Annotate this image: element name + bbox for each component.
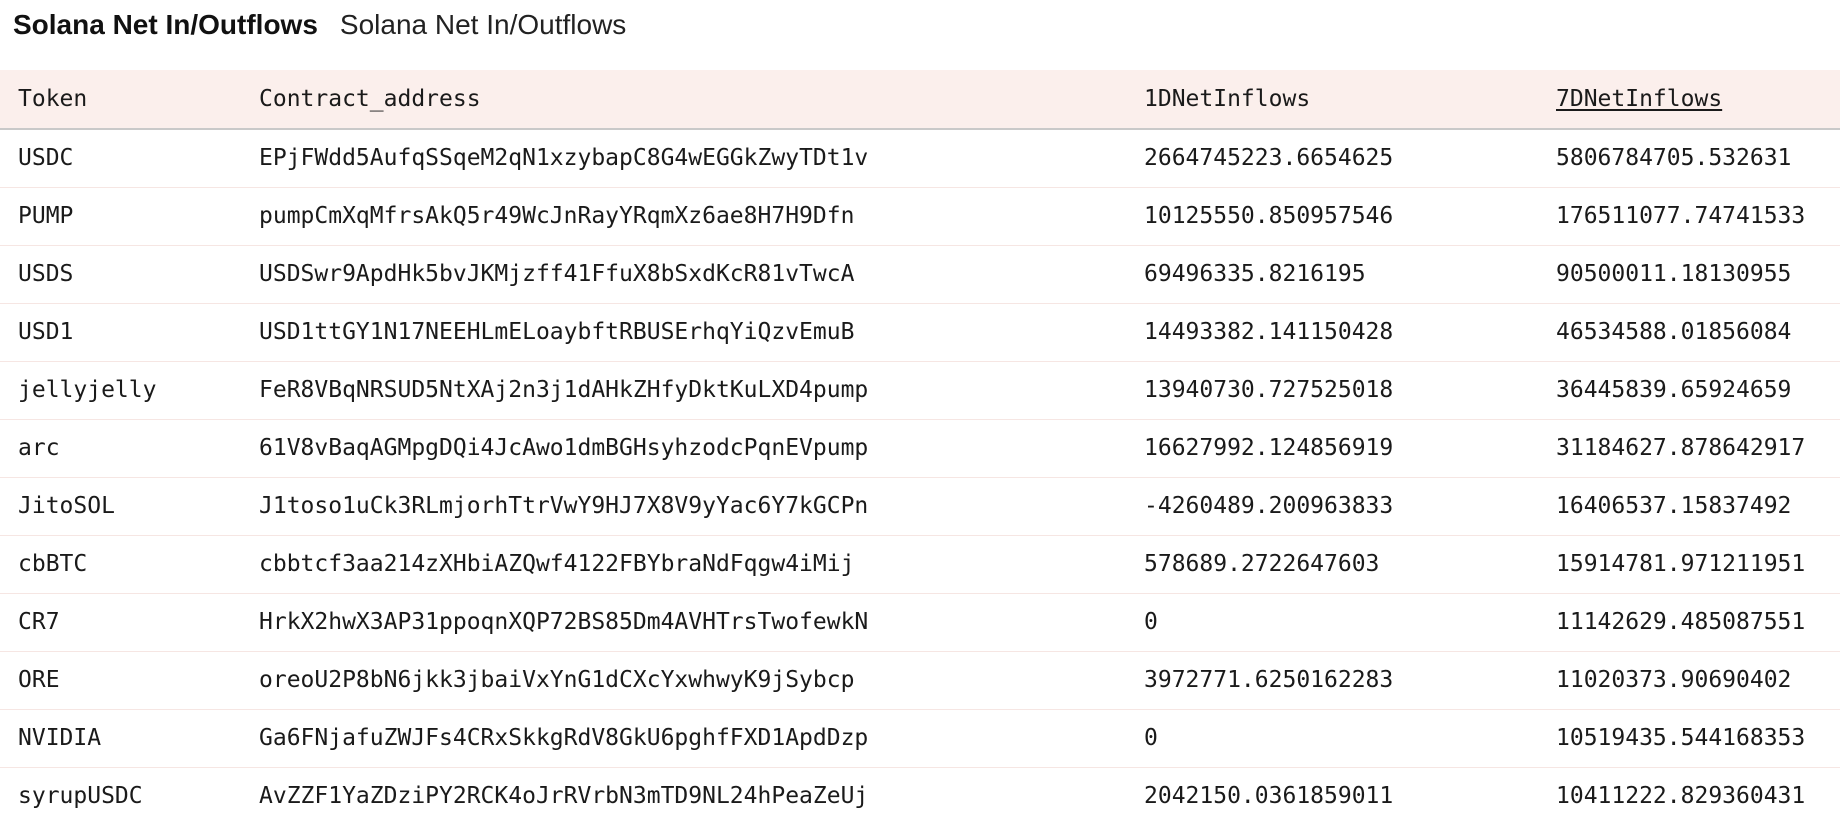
table-row[interactable]: JitoSOL J1toso1uCk3RLmjorhTtrVwY9HJ7X8V9y… [0, 477, 1840, 535]
cell-contract-address: USD1ttGY1N17NEEHLmELoaybftRBUSErhqYiQzvE… [259, 319, 855, 345]
cell-contract-address: 61V8vBaqAGMpgDQi4JcAwo1dmBGHsyhzodcPqnEV… [259, 435, 869, 461]
cell-7d-net-inflows: 90500011.18130955 [1556, 261, 1792, 287]
cell-token: arc [18, 435, 60, 461]
cell-7d-net-inflows: 10411222.829360431 [1556, 783, 1806, 809]
cell-7d-net-inflows: 46534588.01856084 [1556, 319, 1792, 345]
cell-7d-net-inflows: 15914781.971211951 [1556, 551, 1806, 577]
table-row[interactable]: USDC EPjFWdd5AufqSSqeM2qN1xzybapC8G4wEGGk… [0, 129, 1840, 187]
cell-7d-net-inflows: 36445839.65924659 [1556, 377, 1792, 403]
cell-1d-net-inflows: 578689.2722647603 [1144, 551, 1380, 577]
cell-7d-net-inflows: 10519435.544168353 [1556, 725, 1806, 751]
table-row[interactable]: syrupUSDC AvZZF1YaZDziPY2RCK4oJrRVrbN3mTD… [0, 767, 1840, 824]
column-header-token[interactable]: Token [0, 70, 241, 130]
table-header-row: Token Contract_address 1DNetInflows 7DNe… [0, 70, 1840, 130]
page-header: Solana Net In/Outflows Solana Net In/Out… [0, 0, 1840, 70]
cell-1d-net-inflows: 2664745223.6654625 [1144, 145, 1394, 172]
cell-1d-net-inflows: 69496335.8216195 [1144, 261, 1366, 287]
cell-7d-net-inflows: 5806784705.532631 [1556, 145, 1792, 172]
cell-7d-net-inflows: 11142629.485087551 [1556, 609, 1806, 635]
cell-contract-address: cbbtcf3aa214zXHbiAZQwf4122FBYbraNdFqgw4i… [259, 551, 855, 577]
cell-7d-net-inflows: 11020373.90690402 [1556, 667, 1792, 693]
cell-1d-net-inflows: 2042150.0361859011 [1144, 783, 1394, 809]
cell-token: CR7 [18, 609, 60, 635]
table-row[interactable]: ORE oreoU2P8bN6jkk3jbaiVxYnG1dCXcYxwhwyK9… [0, 651, 1840, 709]
table-row[interactable]: USDS USDSwr9ApdHk5bvJKMjzff41FfuX8bSxdKcR… [0, 245, 1840, 303]
cell-token: ORE [18, 667, 60, 693]
cell-contract-address: EPjFWdd5AufqSSqeM2qN1xzybapC8G4wEGGkZwyT… [259, 145, 869, 172]
table-row[interactable]: PUMP pumpCmXqMfrsAkQ5r49WcJnRayYRqmXz6ae8… [0, 187, 1840, 245]
cell-1d-net-inflows: 16627992.124856919 [1144, 435, 1394, 461]
column-header-contract-address[interactable]: Contract_address [241, 70, 1126, 130]
cell-token: NVIDIA [18, 725, 102, 751]
cell-contract-address: FeR8VBqNRSUD5NtXAj2n3j1dAHkZHfyDktKuLXD4… [259, 377, 869, 403]
cell-7d-net-inflows: 16406537.15837492 [1556, 493, 1792, 519]
cell-7d-net-inflows: 31184627.878642917 [1556, 435, 1806, 461]
cell-1d-net-inflows: 13940730.727525018 [1144, 377, 1394, 403]
cell-token: USDS [18, 261, 74, 287]
cell-1d-net-inflows: 0 [1144, 609, 1158, 635]
cell-token: jellyjelly [18, 377, 157, 403]
cell-contract-address: J1toso1uCk3RLmjorhTtrVwY9HJ7X8V9yYac6Y7k… [259, 493, 869, 519]
cell-1d-net-inflows: 10125550.850957546 [1144, 203, 1394, 229]
cell-1d-net-inflows: -4260489.200963833 [1144, 493, 1394, 519]
column-header-7d-net-inflows[interactable]: 7DNetInflows [1538, 70, 1840, 130]
table-header: Token Contract_address 1DNetInflows 7DNe… [0, 70, 1840, 130]
table-row[interactable]: NVIDIA Ga6FNjafuZWJFs4CRxSkkgRdV8GkU6pghf… [0, 709, 1840, 767]
cell-contract-address: AvZZF1YaZDziPY2RCK4oJrRVrbN3mTD9NL24hPea… [259, 783, 869, 809]
table-row[interactable]: CR7 HrkX2hwX3AP31ppoqnXQP72BS85Dm4AVHTrsT… [0, 593, 1840, 651]
cell-contract-address: pumpCmXqMfrsAkQ5r49WcJnRayYRqmXz6ae8H7H9… [259, 203, 855, 229]
cell-contract-address: Ga6FNjafuZWJFs4CRxSkkgRdV8GkU6pghfFXD1Ap… [259, 725, 869, 751]
cell-1d-net-inflows: 14493382.141150428 [1144, 319, 1394, 345]
net-flows-table: Token Contract_address 1DNetInflows 7DNe… [0, 70, 1840, 824]
cell-token: USDC [18, 145, 74, 172]
column-header-1d-net-inflows[interactable]: 1DNetInflows [1126, 70, 1538, 130]
cell-token: syrupUSDC [18, 783, 143, 809]
table-body: USDC EPjFWdd5AufqSSqeM2qN1xzybapC8G4wEGGk… [0, 129, 1840, 824]
data-table-container[interactable]: Token Contract_address 1DNetInflows 7DNe… [0, 70, 1840, 824]
cell-1d-net-inflows: 3972771.6250162283 [1144, 667, 1394, 693]
cell-7d-net-inflows: 176511077.74741533 [1556, 203, 1806, 229]
cell-1d-net-inflows: 0 [1144, 725, 1158, 751]
page-subtitle: Solana Net In/Outflows [339, 9, 627, 40]
cell-token: cbBTC [18, 551, 88, 577]
cell-token: PUMP [18, 203, 74, 229]
cell-token: USD1 [18, 319, 74, 345]
table-row[interactable]: USD1 USD1ttGY1N17NEEHLmELoaybftRBUSErhqYi… [0, 303, 1840, 361]
cell-contract-address: HrkX2hwX3AP31ppoqnXQP72BS85Dm4AVHTrsTwof… [259, 609, 869, 635]
cell-contract-address: oreoU2P8bN6jkk3jbaiVxYnG1dCXcYxwhwyK9jSy… [259, 667, 855, 693]
table-row[interactable]: arc 61V8vBaqAGMpgDQi4JcAwo1dmBGHsyhzodcPq… [0, 419, 1840, 477]
page-title: Solana Net In/Outflows [13, 9, 318, 40]
table-row[interactable]: jellyjelly FeR8VBqNRSUD5NtXAj2n3j1dAHkZHf… [0, 361, 1840, 419]
cell-contract-address: USDSwr9ApdHk5bvJKMjzff41FfuX8bSxdKcR81vT… [259, 261, 855, 287]
table-row[interactable]: cbBTC cbbtcf3aa214zXHbiAZQwf4122FBYbraNdF… [0, 535, 1840, 593]
cell-token: JitoSOL [18, 493, 115, 519]
